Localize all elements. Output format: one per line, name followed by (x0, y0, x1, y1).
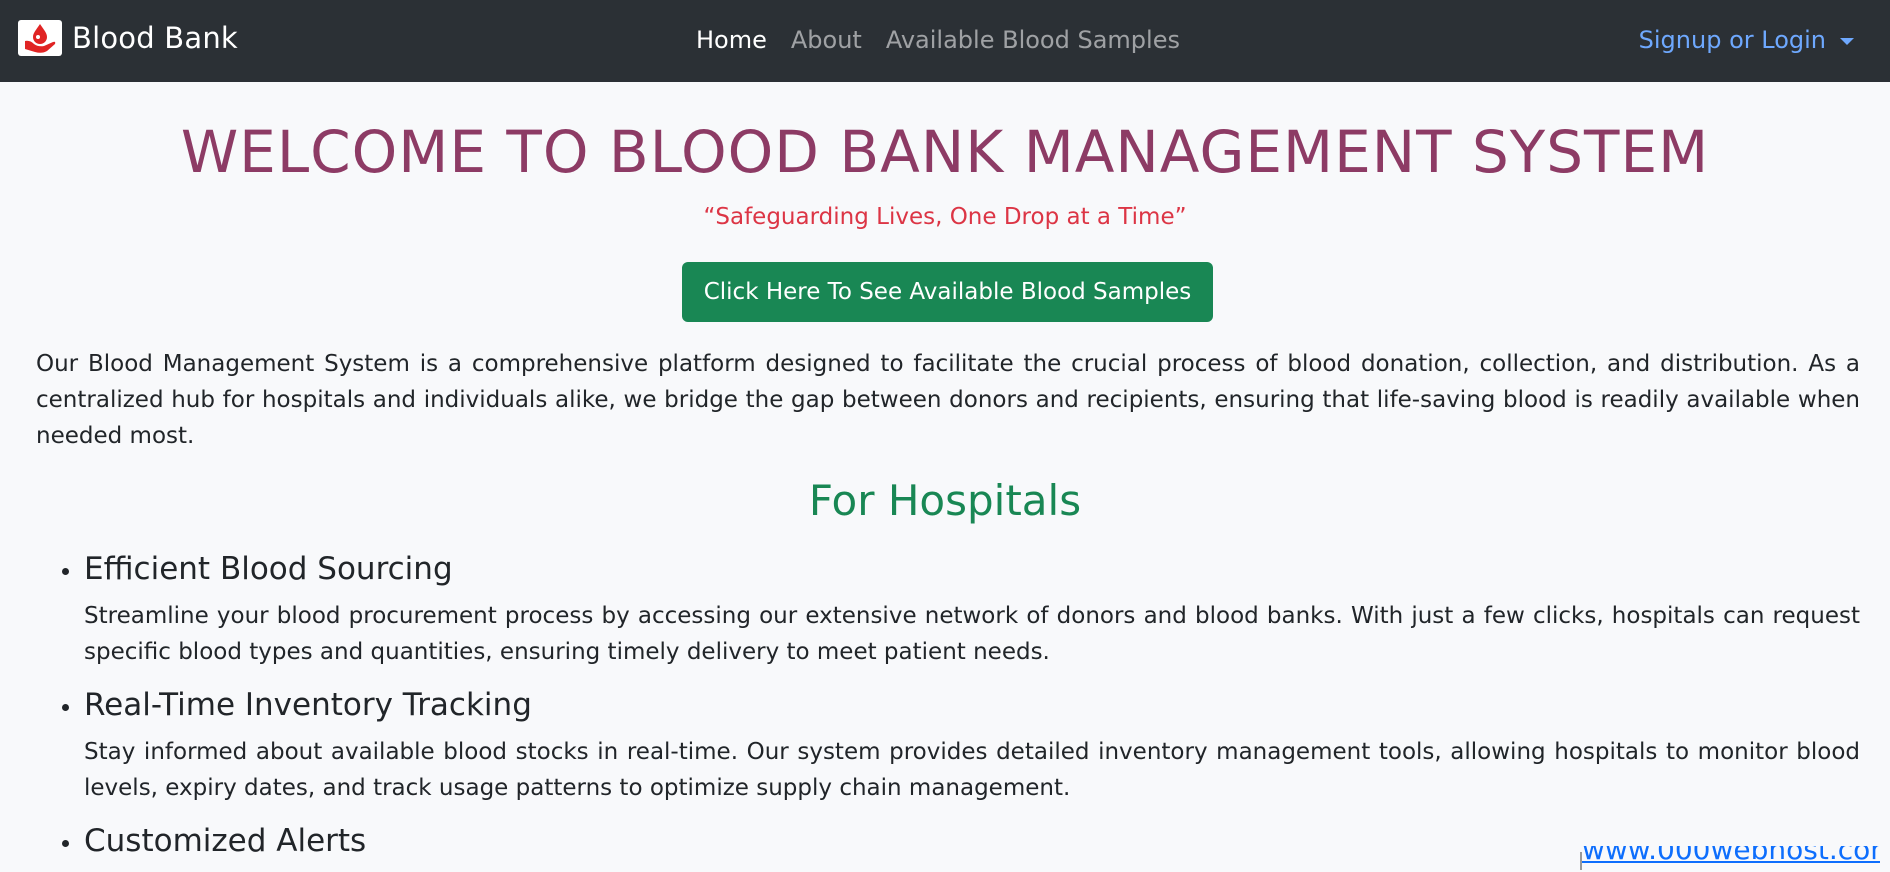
signup-login-label: Signup or Login (1638, 26, 1826, 54)
brand-name: Blood Bank (72, 21, 238, 55)
main-nav: Home About Available Blood Samples (696, 22, 1192, 58)
nav-about[interactable]: About (779, 22, 874, 58)
blood-drop-hand-icon (18, 20, 62, 56)
signup-login-dropdown[interactable]: Signup or Login (1639, 22, 1854, 58)
tagline: “Safeguarding Lives, One Drop at a Time” (703, 204, 1187, 230)
hospital-features-list: Efficient Blood Sourcing Streamline your… (62, 546, 1860, 872)
page-title: WELCOME TO BLOOD BANK MANAGEMENT SYSTEM (180, 118, 1710, 186)
top-navbar: Blood Bank Home About Available Blood Sa… (0, 0, 1890, 82)
section-title-hospitals: For Hospitals (808, 476, 1082, 525)
feature-item: Real-Time Inventory Tracking Stay inform… (62, 682, 1860, 806)
intro-paragraph: Our Blood Management System is a compreh… (36, 351, 1860, 449)
see-blood-samples-button[interactable]: Click Here To See Available Blood Sample… (682, 262, 1213, 322)
nav-available-blood-samples[interactable]: Available Blood Samples (874, 22, 1192, 58)
nav-home[interactable]: Home (696, 22, 779, 58)
feature-item: Efficient Blood Sourcing Streamline your… (62, 546, 1860, 670)
feature-title: Real-Time Inventory Tracking (84, 687, 532, 723)
brand-link[interactable]: Blood Bank (18, 20, 238, 56)
feature-description: Stay informed about available blood stoc… (84, 739, 1860, 801)
caret-down-icon (1840, 37, 1854, 45)
hosting-badge-text: www.000webhost.com (1582, 846, 1880, 866)
feature-description: Streamline your blood procurement proces… (84, 603, 1860, 665)
hosting-badge-link[interactable]: www.000webhost.com (1580, 846, 1880, 872)
feature-title: Efficient Blood Sourcing (84, 551, 453, 587)
